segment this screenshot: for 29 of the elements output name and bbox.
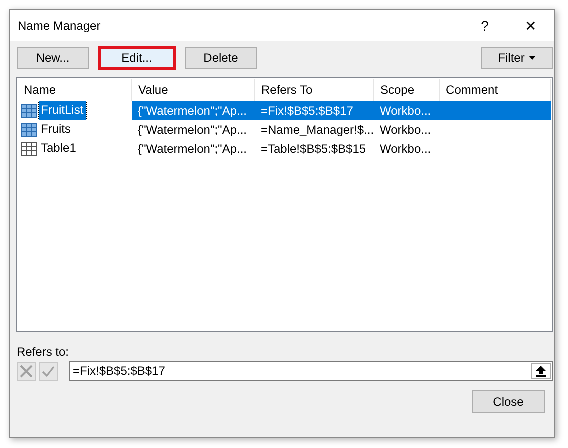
table-cell: {"Watermelon";"Ap...: [132, 120, 255, 139]
name-cell[interactable]: Table1: [39, 139, 78, 158]
table-cell-text: Workbo...: [378, 140, 432, 158]
filter-button[interactable]: Filter: [481, 47, 553, 69]
window-title: Name Manager: [18, 18, 102, 32]
refers-to-label: Refers to:: [17, 345, 70, 359]
checkmark-icon: [42, 366, 55, 376]
table-cell-text: {"Watermelon";"Ap...: [136, 140, 248, 158]
upload-arrow-icon: [536, 366, 546, 376]
table-icon: [21, 142, 37, 156]
table-cell: =Fix!$B$5:$B$17: [254, 101, 374, 120]
close-button[interactable]: ✕: [508, 10, 554, 41]
close-dialog-button[interactable]: Close: [472, 390, 545, 413]
toolbar-button[interactable]: Edit...: [98, 46, 176, 70]
table-cell: Workbo...: [374, 101, 440, 120]
table-cell-text: =Table!$B$5:$B$15: [260, 140, 368, 158]
collapse-button[interactable]: [531, 363, 551, 379]
table-cell: Workbo...: [374, 120, 440, 139]
name-cell[interactable]: FruitList: [39, 101, 86, 120]
table-icon: [21, 104, 37, 118]
name-cell[interactable]: Fruits: [39, 120, 73, 139]
table-cell: =Name_Manager!$...: [254, 120, 374, 139]
toolbar-button[interactable]: Delete: [185, 47, 257, 69]
help-button[interactable]: ?: [462, 10, 508, 41]
table-cell: {"Watermelon";"Ap...: [132, 101, 255, 120]
cross-icon: [20, 364, 33, 378]
table-icon: [21, 122, 37, 136]
toolbar-button[interactable]: New...: [17, 47, 89, 69]
refers-to-field[interactable]: =Fix!$B$5:$B$17: [69, 361, 553, 381]
